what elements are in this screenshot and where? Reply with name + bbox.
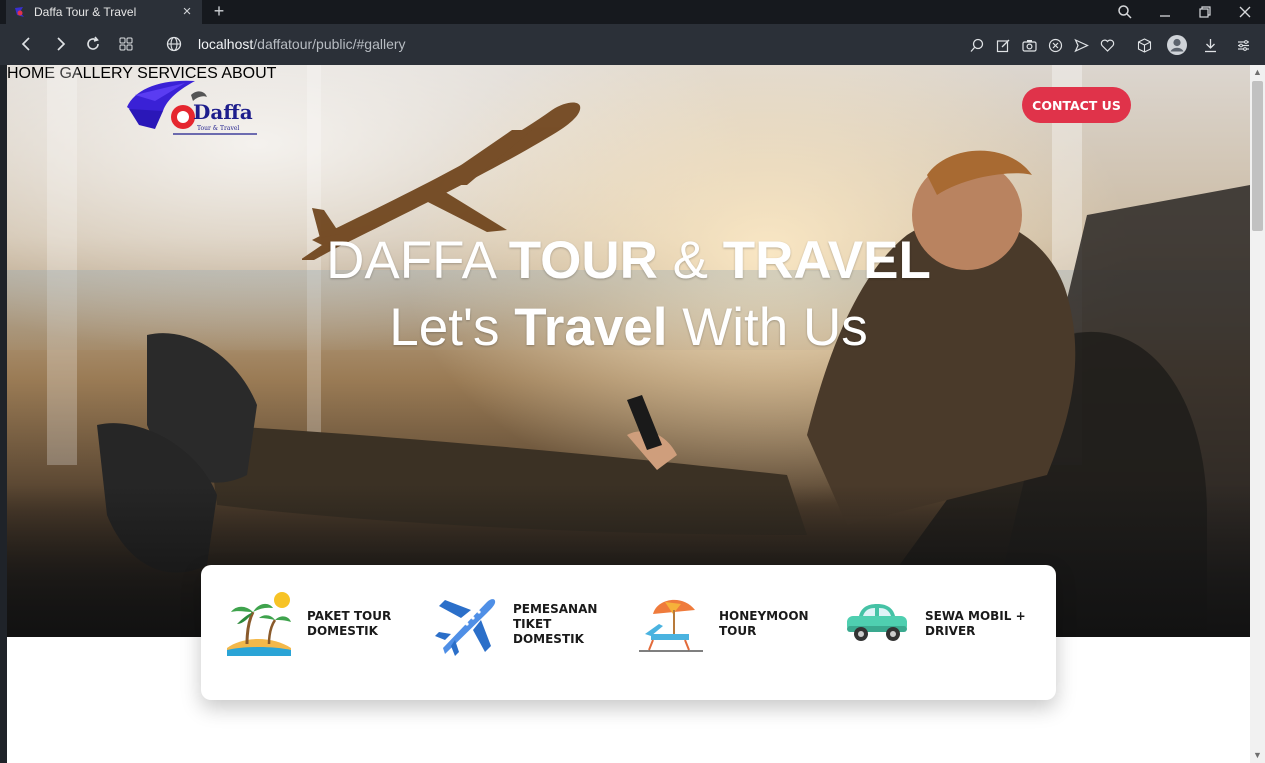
- car-icon: [847, 604, 907, 641]
- download-icon[interactable]: [1201, 36, 1219, 54]
- service-item-sewa-mobil[interactable]: SEWA MOBIL + DRIVER: [843, 589, 1035, 659]
- scroll-up-icon[interactable]: ▲: [1253, 68, 1262, 77]
- service-item-honeymoon[interactable]: HONEYMOON TOUR: [637, 589, 829, 659]
- hero-subtitle-part: Travel: [514, 298, 668, 357]
- hero-section: Daffa Tour & Travel HOME GALLERY SERVICE…: [7, 65, 1250, 637]
- close-window-icon[interactable]: [1225, 0, 1265, 24]
- services-card: PAKET TOUR DOMESTIK PEMESANAN TIKET DOMEST…: [201, 565, 1056, 700]
- search-tabs-icon[interactable]: [1105, 0, 1145, 24]
- forward-icon[interactable]: [50, 34, 70, 54]
- service-item-paket-tour[interactable]: PAKET TOUR DOMESTIK: [225, 589, 417, 659]
- hero-title-part: TRAVEL: [722, 231, 931, 290]
- tab-title: Daffa Tour & Travel: [34, 5, 137, 19]
- camera-icon[interactable]: [1020, 36, 1038, 54]
- tab-bar: Daffa Tour & Travel × +: [0, 0, 1265, 24]
- island-icon: [227, 592, 291, 656]
- hero-subtitle-part: With Us: [667, 298, 868, 357]
- airplane-icon: [435, 599, 496, 656]
- service-label-line: TOUR: [719, 624, 757, 638]
- menu-settings-icon[interactable]: [1234, 36, 1252, 54]
- service-label-line: DRIVER: [925, 624, 976, 638]
- minimize-icon[interactable]: [1145, 0, 1185, 24]
- service-item-tiket-domestik[interactable]: PEMESANAN TIKET DOMESTIK: [431, 589, 623, 659]
- new-tab-icon[interactable]: +: [210, 2, 228, 20]
- service-label: SEWA MOBIL + DRIVER: [925, 609, 1035, 639]
- service-label: PAKET TOUR DOMESTIK: [307, 609, 417, 639]
- logo-text: Daffa: [193, 100, 253, 124]
- beach-umbrella-icon: [639, 599, 703, 652]
- scrollbar-thumb[interactable]: [1252, 81, 1263, 231]
- profile-avatar-icon[interactable]: [1166, 34, 1188, 56]
- url-path: /daffatour/public/#gallery: [253, 36, 406, 52]
- browser-tab[interactable]: Daffa Tour & Travel ×: [6, 0, 202, 24]
- hero-subtitle: Let's Travel With Us: [7, 297, 1250, 359]
- reload-icon[interactable]: [83, 34, 103, 54]
- service-label-line: PEMESANAN: [513, 601, 598, 616]
- page-viewport: Daffa Tour & Travel HOME GALLERY SERVICE…: [7, 65, 1250, 763]
- page-scrollbar[interactable]: ▲ ▼: [1250, 65, 1265, 763]
- back-icon[interactable]: [17, 34, 37, 54]
- close-tab-icon[interactable]: ×: [180, 4, 194, 19]
- site-favicon-icon: [15, 7, 24, 17]
- edit-icon[interactable]: [994, 36, 1012, 54]
- restore-icon[interactable]: [1185, 0, 1225, 24]
- contact-us-button[interactable]: CONTACT US: [1022, 87, 1131, 123]
- service-label-line: HONEYMOON: [719, 609, 809, 623]
- hero-title: DAFFA TOUR & TRAVEL: [7, 230, 1250, 292]
- address-bar[interactable]: localhost/daffatour/public/#gallery: [166, 34, 406, 54]
- extensions-box-icon[interactable]: [1135, 36, 1153, 54]
- heart-icon[interactable]: [1098, 36, 1116, 54]
- ad-block-icon[interactable]: [1046, 36, 1064, 54]
- logo-subtext: Tour & Travel: [197, 125, 239, 132]
- service-label-line: PAKET TOUR: [307, 609, 392, 623]
- service-label-line: SEWA MOBIL +: [925, 609, 1026, 623]
- service-label-line: TIKET DOMESTIK: [513, 616, 584, 646]
- scroll-down-icon[interactable]: ▼: [1253, 751, 1262, 760]
- service-label-line: DOMESTIK: [307, 624, 378, 638]
- page-search-icon[interactable]: [968, 36, 986, 54]
- url-host: localhost: [198, 36, 254, 52]
- send-icon[interactable]: [1072, 36, 1090, 54]
- hero-subtitle-part: Let's: [389, 298, 515, 357]
- speed-dial-icon[interactable]: [116, 34, 136, 54]
- hero-title-part: TOUR: [508, 231, 658, 290]
- browser-toolbar: localhost/daffatour/public/#gallery: [0, 24, 1265, 65]
- hero-title-part: &: [657, 231, 723, 290]
- hero-title-part: DAFFA: [326, 231, 509, 290]
- globe-icon: [166, 36, 182, 52]
- service-label: HONEYMOON TOUR: [719, 609, 829, 639]
- service-label: PEMESANAN TIKET DOMESTIK: [513, 602, 623, 647]
- daffa-logo[interactable]: Daffa Tour & Travel: [125, 77, 260, 137]
